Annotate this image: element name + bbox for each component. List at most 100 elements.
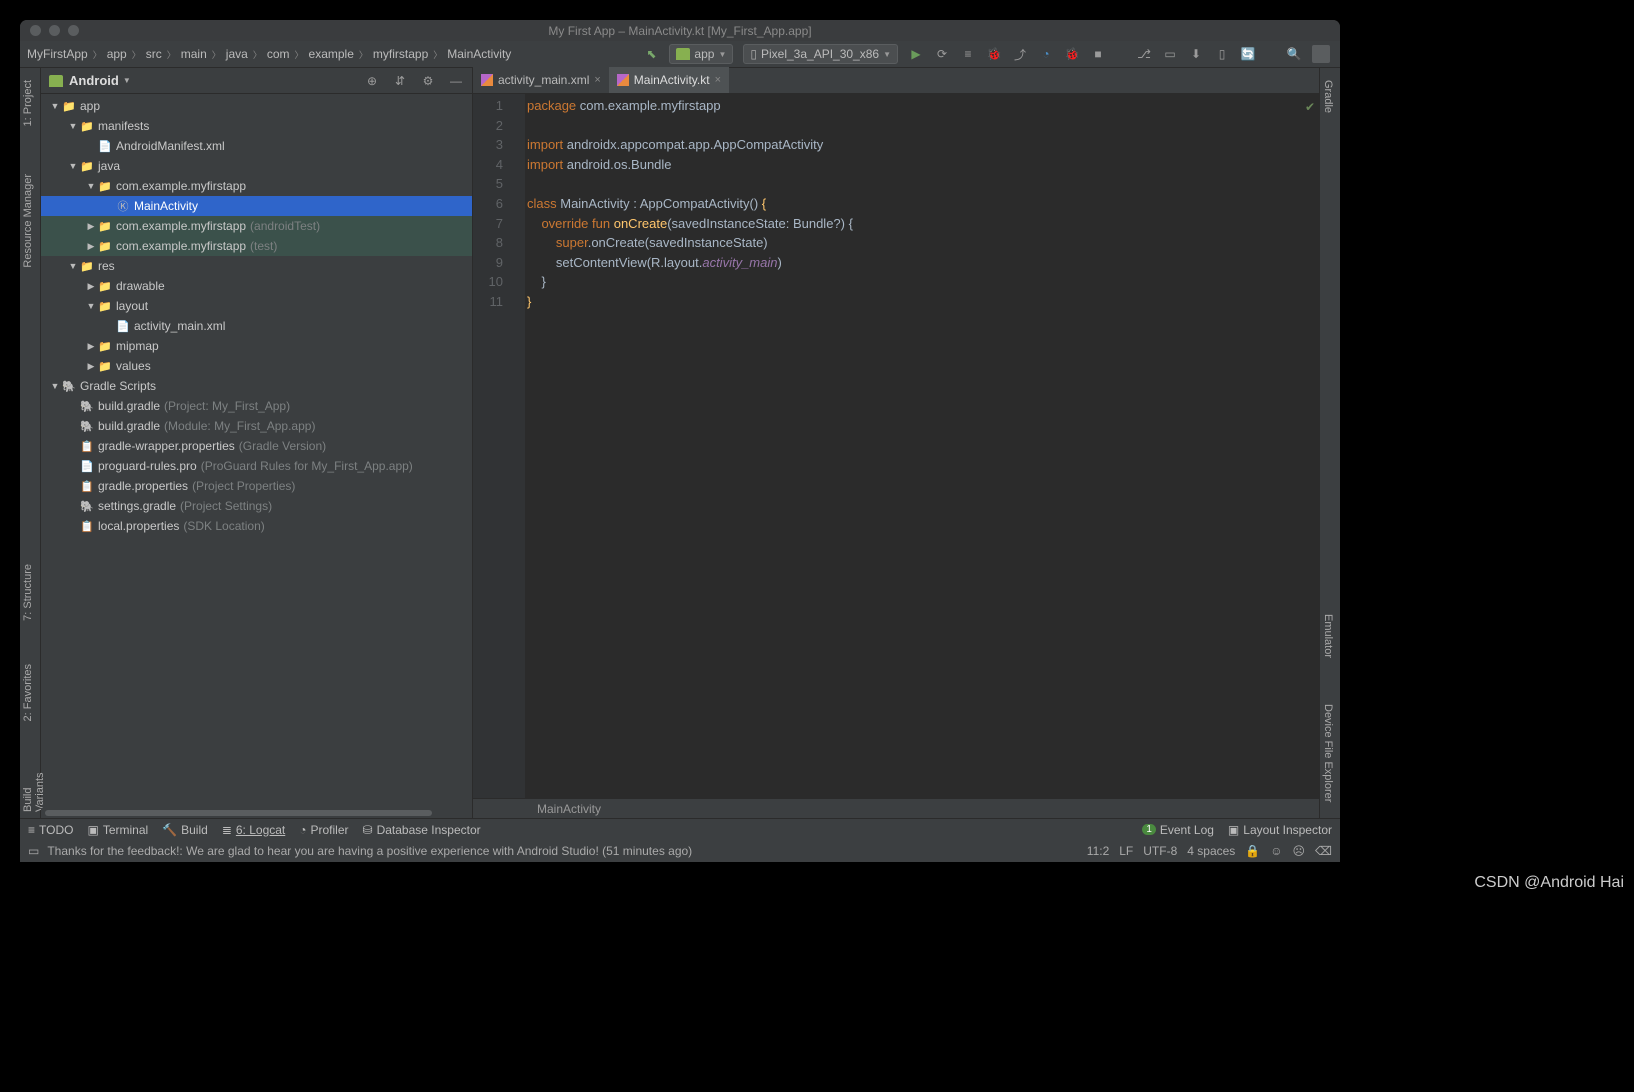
editor-breadcrumb[interactable]: MainActivity xyxy=(473,798,1319,818)
tw-terminal[interactable]: ▣ Terminal xyxy=(87,823,148,837)
mem-icon[interactable]: ⌫ xyxy=(1315,844,1332,858)
tree-node[interactable]: ▶📁drawable xyxy=(41,276,472,296)
bug-icon[interactable]: 🐞 xyxy=(986,46,1002,62)
tw-build[interactable]: 🔨 Build xyxy=(162,823,208,837)
crumb-myfirstapp[interactable]: myfirstapp xyxy=(370,45,431,63)
tree-node[interactable]: ▼🐘Gradle Scripts xyxy=(41,376,472,396)
coverage-icon[interactable]: ⤴ xyxy=(1012,46,1028,62)
device-label: Pixel_3a_API_30_x86 xyxy=(761,47,879,61)
collapse-icon[interactable]: — xyxy=(448,73,464,89)
run-config-label: app xyxy=(694,47,714,61)
tree-node[interactable]: ▶📁com.example.myfirstapp(test) xyxy=(41,236,472,256)
hammer-icon[interactable]: ⬉ xyxy=(643,46,659,62)
tree-node[interactable]: ▼📁res xyxy=(41,256,472,276)
caret-pos[interactable]: 11:2 xyxy=(1087,844,1109,858)
tree-node[interactable]: 📄activity_main.xml xyxy=(41,316,472,336)
tree-node[interactable]: ▼📁layout xyxy=(41,296,472,316)
crumb-com[interactable]: com xyxy=(264,45,293,63)
panel-header[interactable]: Android ▼ ⊕ ⇵ ⚙ — xyxy=(41,68,472,94)
crumb-myfirstapp[interactable]: MyFirstApp xyxy=(24,45,91,63)
device-selector[interactable]: ▯Pixel_3a_API_30_x86▼ xyxy=(743,44,898,64)
inspection-ok-icon[interactable]: ✔ xyxy=(1305,98,1315,118)
tree-node[interactable]: 📋gradle.properties(Project Properties) xyxy=(41,476,472,496)
tw-profiler[interactable]: ◔ Profiler xyxy=(299,823,348,837)
debug-icon[interactable]: ≡ xyxy=(960,46,976,62)
editor-tab[interactable]: MainActivity.kt× xyxy=(609,67,729,93)
face-ok-icon[interactable]: ☺ xyxy=(1270,844,1282,858)
editor-tab[interactable]: activity_main.xml× xyxy=(473,67,609,93)
close-tab-icon[interactable]: × xyxy=(715,74,721,86)
event-badge: 1 xyxy=(1142,824,1156,835)
line-sep[interactable]: LF xyxy=(1119,844,1133,858)
tab-emulator[interactable]: Emulator xyxy=(1322,608,1334,664)
h-scrollbar[interactable] xyxy=(41,808,472,818)
indent[interactable]: 4 spaces xyxy=(1187,844,1235,858)
search-icon[interactable]: 🔍 xyxy=(1286,46,1302,62)
tw-logcat[interactable]: ≣ 6: Logcat xyxy=(222,823,285,837)
git-icon[interactable]: ⎇ xyxy=(1136,46,1152,62)
tree-node[interactable]: ▶📁values xyxy=(41,356,472,376)
tree-node[interactable]: 📋gradle-wrapper.properties(Gradle Versio… xyxy=(41,436,472,456)
tree-node[interactable]: 📋local.properties(SDK Location) xyxy=(41,516,472,536)
project-panel: Android ▼ ⊕ ⇵ ⚙ — ▼📁app▼📁manifests📄Andro… xyxy=(41,68,473,818)
sdk-icon[interactable]: ⬇ xyxy=(1188,46,1204,62)
tw-event-log[interactable]: 1 Event Log xyxy=(1142,823,1214,837)
crumb-example[interactable]: example xyxy=(306,45,357,63)
sync-icon[interactable]: 🔄 xyxy=(1240,46,1256,62)
toggle-icon[interactable]: ▯ xyxy=(1214,46,1230,62)
tab-device-file-explorer[interactable]: Device File Explorer xyxy=(1322,698,1334,808)
tab-structure[interactable]: 7: Structure xyxy=(22,558,34,627)
apply-changes-icon[interactable]: ⟳ xyxy=(934,46,950,62)
tree-node[interactable]: ▼📁java xyxy=(41,156,472,176)
tree-node[interactable]: 📄AndroidManifest.xml xyxy=(41,136,472,156)
tab-project[interactable]: 1: Project xyxy=(22,74,34,132)
lock-icon[interactable]: 🔒 xyxy=(1245,844,1260,858)
tree-node[interactable]: 🐘settings.gradle(Project Settings) xyxy=(41,496,472,516)
profiler-icon[interactable]: ◔ xyxy=(1038,46,1054,62)
tw-layout-inspector[interactable]: ▣ Layout Inspector xyxy=(1228,823,1332,837)
tree-node[interactable]: ▼📁manifests xyxy=(41,116,472,136)
ide-window: My First App – MainActivity.kt [My_First… xyxy=(20,20,1340,862)
tree-node[interactable]: 🐘build.gradle(Project: My_First_App) xyxy=(41,396,472,416)
left-gutter: 1: Project Resource Manager 7: Structure… xyxy=(20,68,41,818)
attach-debug-icon[interactable]: 🐞 xyxy=(1064,46,1080,62)
select-file-icon[interactable]: ⊕ xyxy=(364,73,380,89)
avd-icon[interactable]: ▭ xyxy=(1162,46,1178,62)
crumb-mainactivity[interactable]: MainActivity xyxy=(444,45,514,63)
status-icon[interactable]: ▭ xyxy=(28,844,39,858)
tree-node[interactable]: ▶📁mipmap xyxy=(41,336,472,356)
user-icon[interactable] xyxy=(1312,45,1330,63)
breadcrumb[interactable]: MyFirstApp〉app〉src〉main〉java〉com〉example… xyxy=(24,45,643,63)
run-icon[interactable]: ▶ xyxy=(908,46,924,62)
tree-node[interactable]: ▶📁com.example.myfirstapp(androidTest) xyxy=(41,216,472,236)
tree-node[interactable]: 🐘build.gradle(Module: My_First_App.app) xyxy=(41,416,472,436)
crumb-java[interactable]: java xyxy=(223,45,251,63)
tree-node[interactable]: ▼📁com.example.myfirstapp xyxy=(41,176,472,196)
tree-node[interactable]: ⓀMainActivity xyxy=(41,196,472,216)
face-sad-icon[interactable]: ☹ xyxy=(1293,844,1306,858)
tab-gradle[interactable]: Gradle xyxy=(1322,74,1334,119)
close-tab-icon[interactable]: × xyxy=(594,74,600,86)
tab-resource-manager[interactable]: Resource Manager xyxy=(22,168,34,274)
tw-todo[interactable]: ≡ TODO xyxy=(28,823,73,837)
project-tree[interactable]: ▼📁app▼📁manifests📄AndroidManifest.xml▼📁ja… xyxy=(41,94,472,808)
right-gutter: Gradle Emulator Device File Explorer xyxy=(1319,68,1340,818)
encoding[interactable]: UTF-8 xyxy=(1143,844,1177,858)
gear-icon[interactable]: ⚙ xyxy=(420,73,436,89)
crumb-app[interactable]: app xyxy=(104,45,130,63)
tw-database[interactable]: ⛁ Database Inspector xyxy=(363,823,481,837)
status-message: Thanks for the feedback!: We are glad to… xyxy=(47,844,692,858)
sort-icon[interactable]: ⇵ xyxy=(392,73,408,89)
editor-gutter[interactable] xyxy=(511,94,525,798)
run-config-selector[interactable]: app▼ xyxy=(669,44,733,64)
android-icon xyxy=(49,75,63,87)
tool-window-bar: ≡ TODO ▣ Terminal 🔨 Build ≣ 6: Logcat ◔ … xyxy=(20,818,1340,840)
tree-node[interactable]: ▼📁app xyxy=(41,96,472,116)
code-editor[interactable]: package com.example.myfirstapp import an… xyxy=(525,94,1319,798)
stop-icon[interactable]: ■ xyxy=(1090,46,1106,62)
editor-tabs[interactable]: activity_main.xml×MainActivity.kt× xyxy=(473,68,1319,94)
crumb-main[interactable]: main xyxy=(178,45,210,63)
tree-node[interactable]: 📄proguard-rules.pro(ProGuard Rules for M… xyxy=(41,456,472,476)
tab-favorites[interactable]: 2: Favorites xyxy=(22,658,34,727)
crumb-src[interactable]: src xyxy=(143,45,165,63)
